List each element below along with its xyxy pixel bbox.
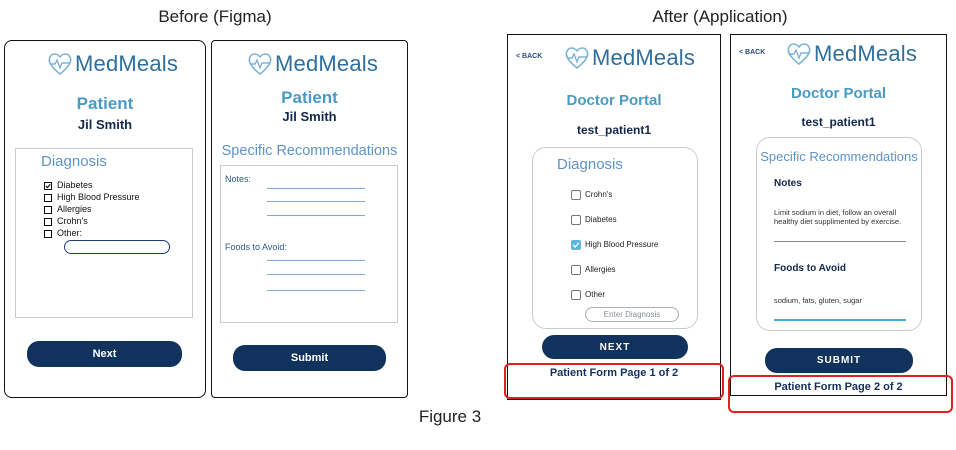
card-title: Specific Recommendations [221, 143, 398, 159]
patient-name: test_patient1 [801, 115, 876, 129]
foods-value[interactable]: sodium, fats, gluten, sugar [774, 296, 862, 305]
after-heading: After (Application) [652, 7, 788, 26]
checkbox-crohns[interactable] [44, 218, 52, 226]
brand-name: MedMeals [814, 41, 918, 66]
checkbox-high-blood-pressure[interactable] [44, 194, 52, 202]
brand-name: MedMeals [275, 51, 379, 76]
next-button[interactable]: NEXT [542, 335, 688, 359]
patient-name: Jil Smith [282, 109, 337, 124]
recommendations-card: Notes: Foods to Avoid: [220, 165, 398, 323]
notes-line[interactable] [267, 201, 365, 202]
option-label: High Blood Pressure [57, 192, 140, 202]
diagnosis-card: Diagnosis Crohn's Diabetes High Blood Pr… [532, 147, 698, 329]
figure-caption: Figure 3 [418, 407, 482, 426]
brand-logo: MedMeals [786, 41, 917, 67]
before-heading: Before (Figma) [158, 7, 272, 26]
brand-name: MedMeals [592, 45, 696, 70]
heart-pulse-icon [787, 43, 811, 66]
checkbox-diabetes[interactable] [571, 215, 581, 225]
notes-label: Notes: [225, 174, 252, 184]
notes-value[interactable]: Limit sodium in diet, follow an overall … [774, 208, 910, 226]
option-label: Allergies [57, 204, 92, 214]
check-icon [45, 183, 51, 189]
app-screen-diagnosis: < BACK MedMeals Doctor Portal test_patie… [507, 34, 721, 400]
card-title: Diagnosis [41, 153, 107, 170]
brand-name: MedMeals [75, 51, 179, 76]
back-button[interactable]: < BACK [516, 53, 542, 60]
option-label: Diabetes [57, 180, 93, 190]
option-label: Crohn's [57, 216, 88, 226]
page-title: Patient [76, 94, 134, 113]
next-button[interactable]: Next [27, 341, 182, 367]
submit-button[interactable]: Submit [233, 345, 386, 371]
foods-label: Foods to Avoid [774, 263, 847, 274]
figma-screen-diagnosis: MedMeals Patient Jil Smith Diagnosis Dia… [4, 40, 206, 398]
checkbox-other[interactable] [44, 230, 52, 238]
notes-label: Notes [774, 178, 802, 189]
option-label: Other [585, 290, 606, 299]
notes-line[interactable] [267, 188, 365, 189]
highlight-box [504, 363, 724, 399]
check-icon [572, 242, 580, 248]
page-title: Doctor Portal [790, 85, 886, 102]
card-title: Diagnosis [557, 156, 623, 173]
page-title: Patient [281, 88, 338, 107]
highlight-box [728, 375, 953, 413]
back-button[interactable]: < BACK [739, 49, 765, 56]
heart-pulse-icon [48, 53, 72, 76]
heart-pulse-icon [565, 47, 589, 70]
checkbox-other[interactable] [571, 290, 581, 300]
foods-line[interactable] [267, 274, 365, 275]
checkbox-allergies[interactable] [571, 265, 581, 275]
patient-name: test_patient1 [576, 123, 652, 137]
option-label: Crohn's [585, 190, 613, 199]
option-label: Other: [57, 228, 83, 238]
checkbox-allergies[interactable] [44, 206, 52, 214]
foods-line[interactable] [267, 260, 365, 261]
app-screen-recommendations: < BACK MedMeals Doctor Portal test_patie… [730, 34, 947, 396]
heart-pulse-icon [248, 53, 272, 76]
diagnosis-card: Diagnosis Diabetes High Blood Pressure A… [15, 148, 193, 318]
notes-underline [774, 241, 906, 242]
brand-logo: MedMeals [47, 51, 178, 77]
checkbox-diabetes[interactable] [44, 182, 52, 190]
brand-logo: MedMeals [564, 45, 695, 71]
brand-logo: MedMeals [247, 51, 378, 77]
option-label: Diabetes [585, 215, 617, 224]
checkbox-high-blood-pressure[interactable] [571, 240, 581, 250]
recommendations-card: Specific Recommendations Notes Limit sod… [756, 137, 922, 331]
other-diagnosis-input[interactable] [64, 240, 170, 254]
card-title: Specific Recommendations [760, 149, 918, 164]
foods-line[interactable] [267, 290, 365, 291]
patient-name: Jil Smith [77, 117, 133, 132]
other-diagnosis-input[interactable]: Enter Diagnosis [585, 307, 679, 322]
foods-underline [774, 319, 906, 321]
page-title: Doctor Portal [566, 92, 662, 109]
submit-button[interactable]: SUBMIT [765, 348, 913, 373]
foods-label: Foods to Avoid: [225, 242, 287, 252]
option-label: Allergies [585, 265, 616, 274]
figma-screen-recommendations: MedMeals Patient Jil Smith Specific Reco… [211, 40, 408, 398]
option-label: High Blood Pressure [585, 240, 659, 249]
checkbox-crohns[interactable] [571, 190, 581, 200]
notes-line[interactable] [267, 215, 365, 216]
